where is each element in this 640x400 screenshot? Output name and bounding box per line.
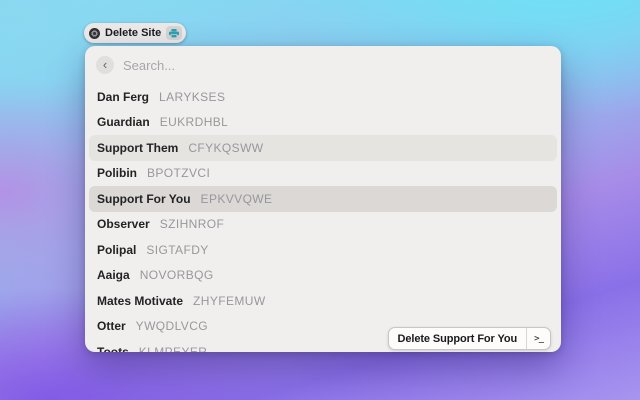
row-name: Polipal: [97, 242, 137, 257]
row-code: NOVORBQG: [139, 268, 214, 283]
row-name: Mates Motivate: [97, 293, 184, 308]
row-code: ZHYFEMUW: [193, 293, 266, 308]
row-name: Observer: [97, 217, 150, 232]
list-item[interactable]: Dan Ferg LARYKSES: [89, 84, 557, 110]
row-code: BPOTZVCI: [147, 166, 211, 181]
terminal-icon: >_: [534, 333, 544, 344]
row-name: Toots: [97, 344, 129, 352]
list-item[interactable]: Support For You EPKVVQWE: [89, 186, 557, 212]
results-list: Dan Ferg LARYKSES Guardian EUKRDHBL Supp…: [85, 84, 561, 352]
row-name: Otter: [97, 319, 126, 334]
command-panel: ‹ Dan Ferg LARYKSES Guardian EUKRDHBL Su…: [85, 46, 561, 352]
printer-icon: [169, 28, 180, 38]
list-item[interactable]: Mates Motivate ZHYFEMUW: [89, 288, 557, 314]
row-name: Guardian: [97, 115, 150, 130]
row-name: Dan Ferg: [97, 89, 150, 104]
row-name: Aaiga: [97, 268, 130, 283]
desktop-background: { "colors": { "accent_teal": "#2f9fb3", …: [0, 0, 640, 400]
list-item[interactable]: Polipal SIGTAFDY: [89, 237, 557, 263]
delete-action-button[interactable]: Delete Support For You >_: [387, 327, 551, 350]
row-code: EUKRDHBL: [159, 115, 229, 130]
back-button[interactable]: ‹: [96, 56, 114, 74]
row-name: Support For You: [97, 191, 191, 206]
row-code: CFYKQSWW: [188, 140, 264, 155]
row-name: Polibin: [97, 166, 137, 181]
row-name: Support Them: [97, 140, 179, 155]
row-code: LARYKSES: [159, 89, 226, 104]
chevron-left-icon: ‹: [102, 56, 108, 72]
list-item[interactable]: Guardian EUKRDHBL: [89, 110, 557, 136]
row-code: YWQDLVCG: [135, 319, 208, 334]
printer-badge: [166, 26, 183, 40]
list-item[interactable]: Polibin BPOTZVCI: [89, 161, 557, 187]
search-bar: ‹: [85, 46, 561, 84]
list-item[interactable]: Aaiga NOVORBQG: [89, 263, 557, 289]
list-item[interactable]: Observer SZIHNROF: [89, 212, 557, 238]
row-code: EPKVVQWE: [200, 191, 273, 206]
action-button-label: Delete Support For You: [397, 332, 518, 345]
delete-site-pill[interactable]: Delete Site: [84, 23, 187, 43]
row-code: SZIHNROF: [159, 217, 225, 232]
list-item[interactable]: Support Them CFYKQSWW: [89, 135, 557, 161]
search-input[interactable]: [123, 57, 550, 73]
row-code: SIGTAFDY: [146, 242, 209, 257]
record-circle-icon: [89, 27, 100, 39]
row-code: KLMPEYER: [138, 344, 208, 352]
pill-label: Delete Site: [105, 27, 162, 39]
